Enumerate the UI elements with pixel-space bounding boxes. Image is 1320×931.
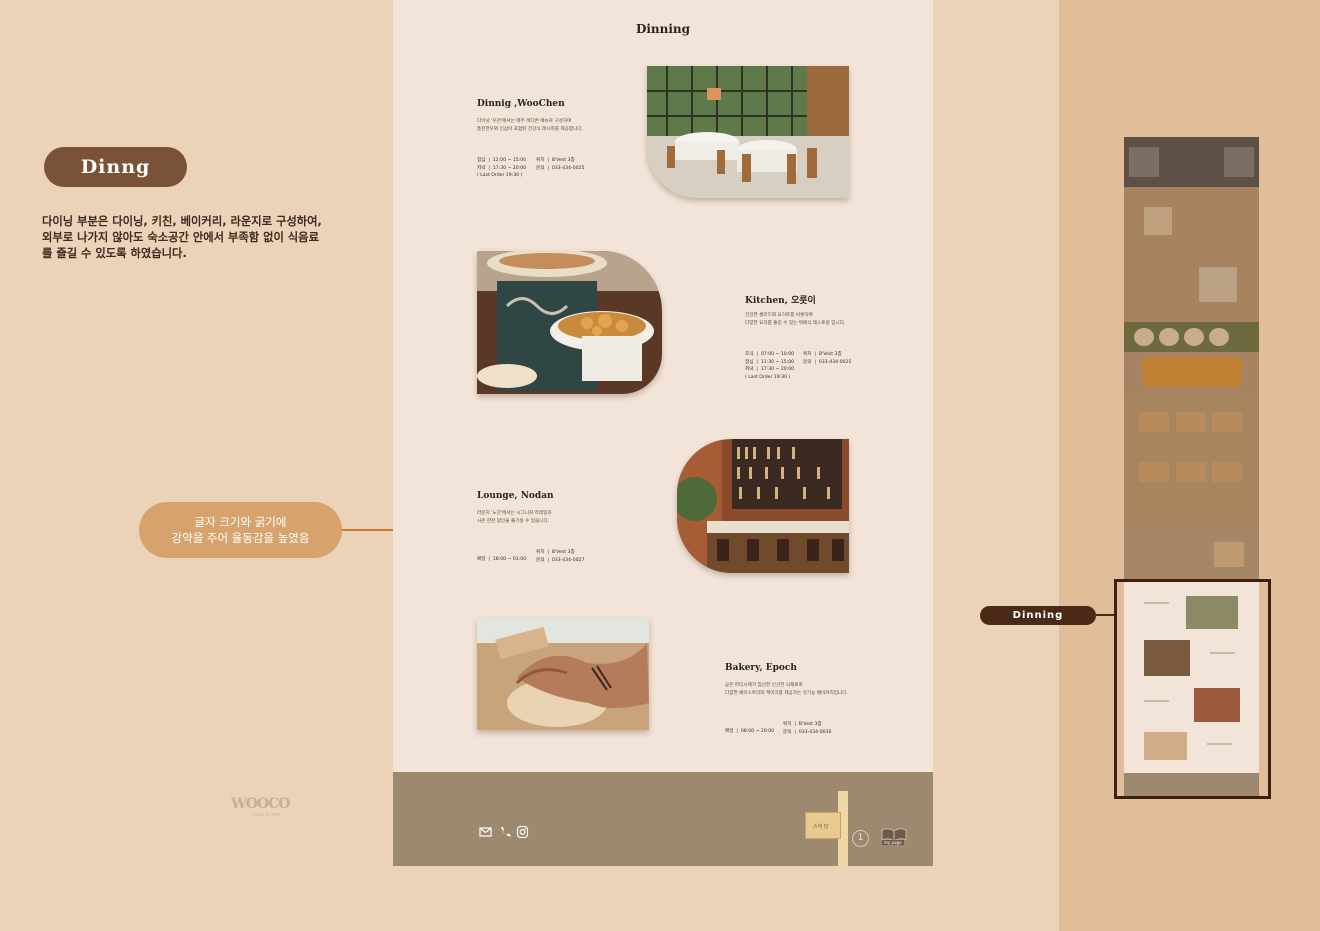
section-1-location: 위치 | B'Vest 3층 문의 | 033-434-0025 xyxy=(536,158,585,171)
section-3-title: Lounge, Nodan xyxy=(477,491,554,501)
section-1-hours: 점심 | 12:00 ~ 15:00 저녁 | 17:30 ~ 20:00 ( … xyxy=(477,158,527,178)
section-4-title: Bakery, Epoch xyxy=(725,663,797,673)
bakery-dough-photo xyxy=(477,618,649,730)
thumbnail-highlight-frame xyxy=(1114,579,1271,799)
annotation-note-text: 글자 크기와 굵기에 강약을 주어 율동감을 높였음 xyxy=(171,515,310,545)
section-title-pill: Dinng xyxy=(44,147,187,187)
section-description: 다이닝 부분은 다이닝, 키친, 베이커리, 라운지로 구성하여, 외부로 나가… xyxy=(42,215,322,260)
section-1-title: Dinnig ,WooChen xyxy=(477,99,565,109)
page-counter-button[interactable]: 1 xyxy=(852,830,869,847)
section-2-location: 위치 | B'Vest 3층 문의 | 033-434-0025 xyxy=(803,352,852,365)
lounge-bar-photo xyxy=(677,439,849,573)
thumbnail-tag-connector xyxy=(1096,614,1114,616)
footer xyxy=(393,772,933,866)
mail-icon[interactable] xyxy=(479,823,492,837)
footer-logo-sub: book & rest xyxy=(252,812,281,818)
site-overview-thumbnail xyxy=(1124,137,1259,580)
thumbnail-section-tag: Dinning xyxy=(980,606,1096,625)
phone-icon[interactable] xyxy=(498,823,511,837)
instagram-icon[interactable] xyxy=(516,823,529,839)
section-3-desc: 라운지 '노단'에서는 시그니처 칵테일과 사은 한잔 맞인을 즐기실 수 있습… xyxy=(477,511,552,524)
dining-room-photo xyxy=(647,66,849,198)
footer-logo[interactable]: WOOCO xyxy=(231,796,290,812)
annotation-note: 글자 크기와 굵기에 강약을 주어 율동감을 높였음 xyxy=(139,502,342,558)
section-3-location: 위치 | B'Vest 3층 문의 | 033-434-0027 xyxy=(536,550,585,563)
page-title: Dinning xyxy=(635,22,691,36)
footer-info: 강원도 홍천군 서면 마곡리 곤 161 (강대평일 1131) | Tel. … xyxy=(214,821,332,839)
section-3-hours: 매일 | 18:00 ~ 01:00 xyxy=(477,557,527,562)
section-4-hours: 매일 | 08:00 ~ 20:00 xyxy=(725,729,775,734)
section-2-desc: 건강한 셀러드와 요거트를 비롯하여 다양한 요리를 즐길 수 있는 뷔페식 레… xyxy=(745,313,846,326)
section-1-desc: 다이닝 '우천'에서는 매주 색다른 메뉴로 구성하여 풍천한우와 인삼이 포함… xyxy=(477,119,583,132)
section-4-location: 위치 | B'Vest 3층 문의 | 033-434-0030 xyxy=(783,722,832,735)
section-4-desc: 곧은 파티시에가 엄선한 신선한 식재료로 다양한 페이스트리와 케이크를 제공… xyxy=(725,683,848,696)
book-tab-label: 스낵 담 xyxy=(813,824,829,830)
mypage-label[interactable]: my page xyxy=(882,840,904,845)
section-2-title: Kitchen, 오릇이 xyxy=(745,296,816,306)
kitchen-buffet-photo xyxy=(477,251,662,394)
section-2-hours: 조식 | 07:00 ~ 10:00 점심 | 11:30 ~ 15:00 저녁… xyxy=(745,352,795,380)
